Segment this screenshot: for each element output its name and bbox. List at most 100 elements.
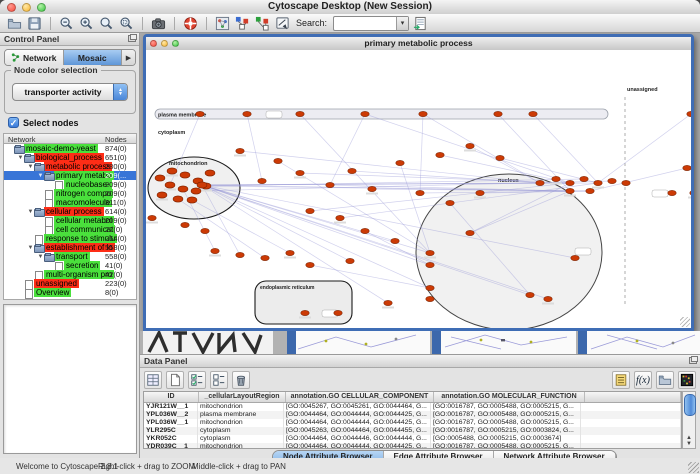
delete-attribute-icon[interactable]	[232, 371, 250, 389]
network-edge[interactable]	[533, 114, 598, 183]
network-node[interactable]	[580, 176, 588, 181]
search-combobox[interactable]: ▾	[333, 16, 409, 31]
background-network-sketch[interactable]	[143, 331, 273, 354]
network-node[interactable]	[690, 190, 691, 195]
network-node[interactable]	[494, 111, 502, 116]
network-node[interactable]	[391, 238, 399, 243]
search-dropdown-arrow[interactable]: ▾	[396, 17, 408, 30]
minimize-icon[interactable]	[161, 40, 168, 47]
network-node[interactable]	[566, 188, 574, 193]
help-lifesaver-icon[interactable]	[182, 15, 199, 32]
copy-network-nodes-icon[interactable]	[234, 15, 251, 32]
node-color-dropdown[interactable]: transporter activity ▲▼	[12, 83, 128, 101]
zoom-fit-icon[interactable]	[98, 15, 115, 32]
network-node[interactable]	[348, 168, 356, 173]
network-node[interactable]	[544, 296, 552, 301]
annotate-network-icon[interactable]	[274, 15, 291, 32]
zoom-selected-icon[interactable]	[118, 15, 135, 32]
network-node[interactable]	[258, 178, 266, 183]
float-panel-icon[interactable]	[128, 35, 136, 42]
zoom-icon[interactable]	[172, 40, 179, 47]
network-node[interactable]	[687, 111, 691, 116]
network-node[interactable]	[384, 300, 392, 305]
background-window[interactable]	[578, 331, 700, 354]
network-node[interactable]	[178, 186, 188, 192]
table-row[interactable]: YPL036W__2plasma membrane[GO:0044464, GO…	[144, 411, 681, 419]
network-node[interactable]	[396, 160, 404, 165]
network-node[interactable]	[191, 188, 201, 194]
network-node[interactable]	[201, 228, 209, 233]
tree-row[interactable]: cellular metabol209(0)	[4, 216, 136, 225]
network-node[interactable]	[296, 170, 304, 175]
network-node[interactable]	[336, 215, 344, 220]
network-node[interactable]	[436, 152, 444, 157]
network-node[interactable]	[155, 175, 165, 181]
table-row[interactable]: YLR295Ccytoplasm[GO:0045263, GO:0044464,…	[144, 427, 681, 435]
network-node[interactable]	[173, 196, 183, 202]
network-node[interactable]	[668, 190, 676, 195]
network-node[interactable]	[466, 230, 474, 235]
tree-row[interactable]: ▼establishment of lo558(0)	[4, 243, 136, 252]
network-node[interactable]	[236, 148, 244, 153]
tree-expander-icon[interactable]: ▼	[27, 164, 34, 170]
network-node[interactable]	[306, 262, 314, 267]
network-node[interactable]	[205, 170, 215, 176]
minimize-button[interactable]	[22, 3, 31, 12]
tree-row[interactable]: multi-organism pro42(0)	[4, 270, 136, 279]
network-edge[interactable]	[247, 114, 262, 181]
window-controls[interactable]	[7, 3, 46, 12]
tree-row[interactable]: nucleobase-209(0)	[4, 180, 136, 189]
network-node[interactable]	[211, 248, 219, 253]
tab-overflow-arrow[interactable]: ▶	[122, 50, 135, 65]
tree-row[interactable]: ▼transport558(0)	[4, 252, 136, 261]
network-node[interactable]	[529, 111, 537, 116]
select-attributes-icon[interactable]	[188, 371, 206, 389]
tree-expander-icon[interactable]: ▼	[37, 254, 44, 260]
background-window[interactable]	[432, 331, 576, 354]
network-node[interactable]	[361, 111, 369, 116]
tree-row[interactable]: ▼primary metabo209(...	[4, 171, 136, 180]
network-node[interactable]	[446, 200, 454, 205]
zoom-button[interactable]	[37, 3, 46, 12]
network-node[interactable]	[148, 215, 156, 220]
network-edge[interactable]	[598, 114, 691, 183]
network-node[interactable]	[261, 255, 269, 260]
network-node[interactable]	[526, 292, 534, 297]
network-node[interactable]	[346, 258, 354, 263]
tree-row[interactable]: ▼cellular process614(0)	[4, 207, 136, 216]
network-node[interactable]	[419, 111, 427, 116]
table-row[interactable]: YDR039C__1mitochondrion[GO:0044464, GO:0…	[144, 443, 681, 449]
scrollbar-thumb[interactable]	[684, 394, 696, 416]
column-header[interactable]: _cellularLayoutRegion	[199, 392, 286, 402]
network-edge[interactable]	[202, 185, 430, 288]
network-node[interactable]	[334, 310, 342, 315]
import-attributes-icon[interactable]	[656, 371, 674, 389]
tree-row[interactable]: response to stimulu264(0)	[4, 234, 136, 243]
network-node[interactable]	[416, 190, 424, 195]
network-node[interactable]	[683, 165, 691, 170]
network-node[interactable]	[608, 178, 616, 183]
unselect-attributes-icon[interactable]	[210, 371, 228, 389]
table-row[interactable]: YPL036W__1mitochondrion[GO:0044464, GO:0…	[144, 419, 681, 427]
tree-row[interactable]: secretion41(0)	[4, 261, 136, 270]
table-row[interactable]: YJR121W__1mitochondrion[GO:0045267, GO:0…	[144, 403, 681, 411]
network-node[interactable]	[426, 262, 434, 267]
tree-row[interactable]: mosaic-demo-yeast874(0)	[4, 144, 136, 153]
new-attribute-icon[interactable]	[166, 371, 184, 389]
background-window[interactable]	[287, 331, 430, 354]
network-node[interactable]	[594, 180, 602, 185]
network-node[interactable]	[476, 190, 484, 195]
network-edge[interactable]	[202, 185, 430, 265]
network-node[interactable]	[286, 250, 294, 255]
network-node[interactable]	[236, 252, 244, 257]
network-node[interactable]	[426, 296, 434, 301]
tree-row[interactable]: Overview8(0)	[4, 288, 136, 297]
network-node[interactable]	[181, 222, 189, 227]
tree-row[interactable]: unassigned223(0)	[4, 279, 136, 288]
function-builder-icon[interactable]: f(x)	[634, 371, 652, 389]
network-node[interactable]	[466, 143, 474, 148]
network-node[interactable]	[536, 180, 544, 185]
network-node[interactable]	[296, 111, 304, 116]
network-window-titlebar[interactable]: primary metabolic process	[146, 37, 691, 51]
snapshot-camera-icon[interactable]	[150, 15, 167, 32]
